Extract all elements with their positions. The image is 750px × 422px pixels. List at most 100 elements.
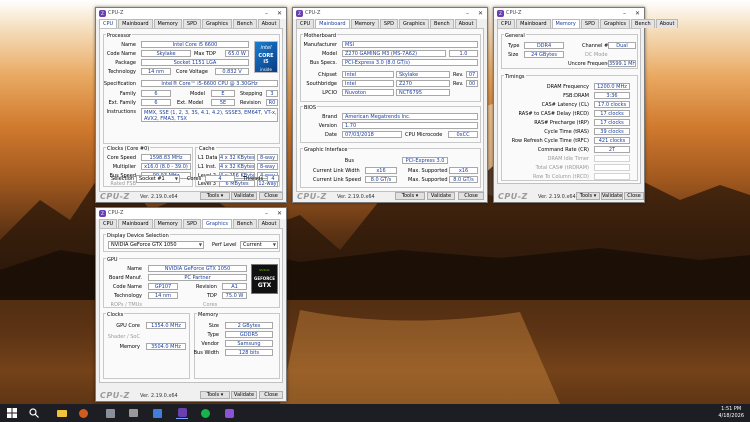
tab-cpu[interactable]: CPU xyxy=(497,19,516,28)
media-player-icon[interactable] xyxy=(77,407,89,419)
title-bar[interactable]: Z CPU-Z – ✕ xyxy=(96,208,286,219)
clock-time: 1:51 PM xyxy=(721,406,742,412)
validate-button[interactable]: Validate xyxy=(427,192,455,200)
title-bar[interactable]: Z CPU-Z – ✕ xyxy=(494,8,644,19)
minimize-icon[interactable]: – xyxy=(618,8,631,19)
trdram-value xyxy=(594,164,630,171)
windows-start-icon[interactable] xyxy=(6,407,18,419)
socket-select[interactable]: Socket #1 ▼ xyxy=(136,175,180,183)
corespeed-label: Core Speed xyxy=(107,155,136,161)
close-icon[interactable]: ✕ xyxy=(273,8,286,19)
tab-memory[interactable]: Memory xyxy=(350,19,379,28)
close-button[interactable]: Close xyxy=(259,391,283,399)
nvidia-geforce-gtx-logo: NVIDIA GEFORCE GTX xyxy=(251,264,278,294)
system-clock[interactable]: 1:51 PM 4/18/2026 xyxy=(718,406,744,420)
tab-graphics[interactable]: Graphics xyxy=(201,19,233,28)
perf-level-select[interactable]: Current ▼ xyxy=(240,241,278,249)
gpu-z-app-icon[interactable] xyxy=(223,407,235,419)
cpuz-window-graphics: Z CPU-Z – ✕ CPU Mainboard Memory SPD Gra… xyxy=(95,207,287,402)
tab-bench[interactable]: Bench xyxy=(233,19,257,28)
tools-button[interactable]: Tools ▾ xyxy=(576,192,600,200)
tab-memory[interactable]: Memory xyxy=(153,19,182,28)
manufacturer-label: Manufacturer xyxy=(303,42,338,48)
tools-button[interactable]: Tools ▾ xyxy=(200,391,230,399)
maxtdp-label: Max TDP xyxy=(194,51,216,57)
minimize-icon[interactable]: – xyxy=(260,208,273,219)
tab-cpu[interactable]: CPU xyxy=(99,219,118,228)
tab-mainboard[interactable]: Mainboard xyxy=(516,19,551,28)
extfamily-value: 6 xyxy=(141,99,171,106)
close-icon[interactable]: ✕ xyxy=(273,208,286,219)
bottom-bar: CPU-Z Ver. 2.19.0.x64 Tools ▾ Validate C… xyxy=(293,191,487,202)
tab-graphics[interactable]: Graphics xyxy=(398,19,430,28)
minimize-icon[interactable]: – xyxy=(461,8,474,19)
cpuz-taskbar-icon[interactable] xyxy=(176,407,188,419)
tab-cpu[interactable]: CPU xyxy=(99,19,118,28)
stepping-value: 3 xyxy=(266,90,278,97)
title-bar[interactable]: Z CPU-Z – ✕ xyxy=(96,8,286,19)
close-button[interactable]: Close xyxy=(259,192,283,200)
tab-about[interactable]: About xyxy=(454,19,478,28)
codename-label: Code Name xyxy=(112,284,142,290)
tab-graphics[interactable]: Graphics xyxy=(599,19,631,28)
selection-row: Selection Socket #1 ▼ Cores 4 Threads 4 xyxy=(99,173,283,184)
chart-app-icon[interactable] xyxy=(151,407,163,419)
channel-label: Channel # xyxy=(582,43,609,49)
maxwidth-label: Max. Supported xyxy=(408,168,448,174)
tab-mainboard[interactable]: Mainboard xyxy=(118,19,153,28)
tools-button[interactable]: Tools ▾ xyxy=(395,192,425,200)
name-value: Intel Core i5 6600 xyxy=(141,41,249,48)
file-explorer-icon[interactable] xyxy=(56,407,68,419)
chipset-rev-value: 07 xyxy=(466,71,478,78)
tab-about[interactable]: About xyxy=(257,19,281,28)
close-button[interactable]: Close xyxy=(624,192,644,200)
display-device-select[interactable]: NVIDIA GeForce GTX 1050 ▼ xyxy=(108,241,204,249)
tab-spd[interactable]: SPD xyxy=(580,19,599,28)
close-icon[interactable]: ✕ xyxy=(474,8,487,19)
group-title: BIOS xyxy=(303,105,318,111)
tab-memory[interactable]: Memory xyxy=(153,219,182,228)
close-icon[interactable]: ✕ xyxy=(631,8,644,19)
revision-value: A1 xyxy=(222,283,247,290)
tab-bench[interactable]: Bench xyxy=(631,19,655,28)
chevron-down-icon: ▼ xyxy=(174,176,178,181)
tab-bench[interactable]: Bench xyxy=(233,219,257,228)
display-device-group: Display Device Selection NVIDIA GeForce … xyxy=(103,234,280,252)
line-app-icon[interactable] xyxy=(199,407,211,419)
cpuz-window-cpu: Z CPU-Z – ✕ CPU Mainboard Memory SPD Gra… xyxy=(95,7,287,203)
tab-spd[interactable]: SPD xyxy=(379,19,398,28)
group-title: GPU xyxy=(106,257,119,263)
validate-button[interactable]: Validate xyxy=(601,192,623,200)
stickies-icon[interactable] xyxy=(104,407,116,419)
close-button[interactable]: Close xyxy=(458,192,484,200)
curwidth-label: Current Link Width xyxy=(313,168,360,174)
microcode-value: 0xCC xyxy=(448,131,478,138)
validate-button[interactable]: Validate xyxy=(231,391,257,399)
extfamily-label: Ext. Family xyxy=(108,100,136,106)
title-bar[interactable]: Z CPU-Z – ✕ xyxy=(293,8,487,19)
video-app-icon[interactable] xyxy=(127,407,139,419)
tab-bench[interactable]: Bench xyxy=(430,19,454,28)
extmodel-label: Ext. Model xyxy=(177,100,204,106)
tab-mainboard[interactable]: Mainboard xyxy=(315,19,350,28)
tab-memory[interactable]: Memory xyxy=(551,19,580,28)
tab-about[interactable]: About xyxy=(257,219,281,228)
maxspeed-label: Max. Supported xyxy=(408,177,448,183)
tab-about[interactable]: About xyxy=(655,19,679,28)
tools-button[interactable]: Tools ▾ xyxy=(200,192,230,200)
tab-spd[interactable]: SPD xyxy=(182,219,201,228)
minimize-icon[interactable]: – xyxy=(260,8,273,19)
l1data-way: 8-way xyxy=(257,154,278,161)
tab-spd[interactable]: SPD xyxy=(182,19,201,28)
tab-graphics[interactable]: Graphics xyxy=(201,219,233,228)
graphic-interface-group: Graphic Interface Bus PCI-Express 3.0 Cu… xyxy=(300,148,481,188)
instructions-line2: AVX2, FMA3, TSX xyxy=(144,116,187,122)
l1inst-value: 4 x 32 KBytes xyxy=(219,163,255,170)
version-label: Ver. 2.19.0.x64 xyxy=(538,194,576,200)
search-icon[interactable] xyxy=(28,407,40,419)
uncore-label: Uncore Frequency xyxy=(568,61,614,67)
spec-label: Specification xyxy=(103,81,136,87)
validate-button[interactable]: Validate xyxy=(231,192,257,200)
tab-cpu[interactable]: CPU xyxy=(296,19,315,28)
tab-mainboard[interactable]: Mainboard xyxy=(118,219,153,228)
